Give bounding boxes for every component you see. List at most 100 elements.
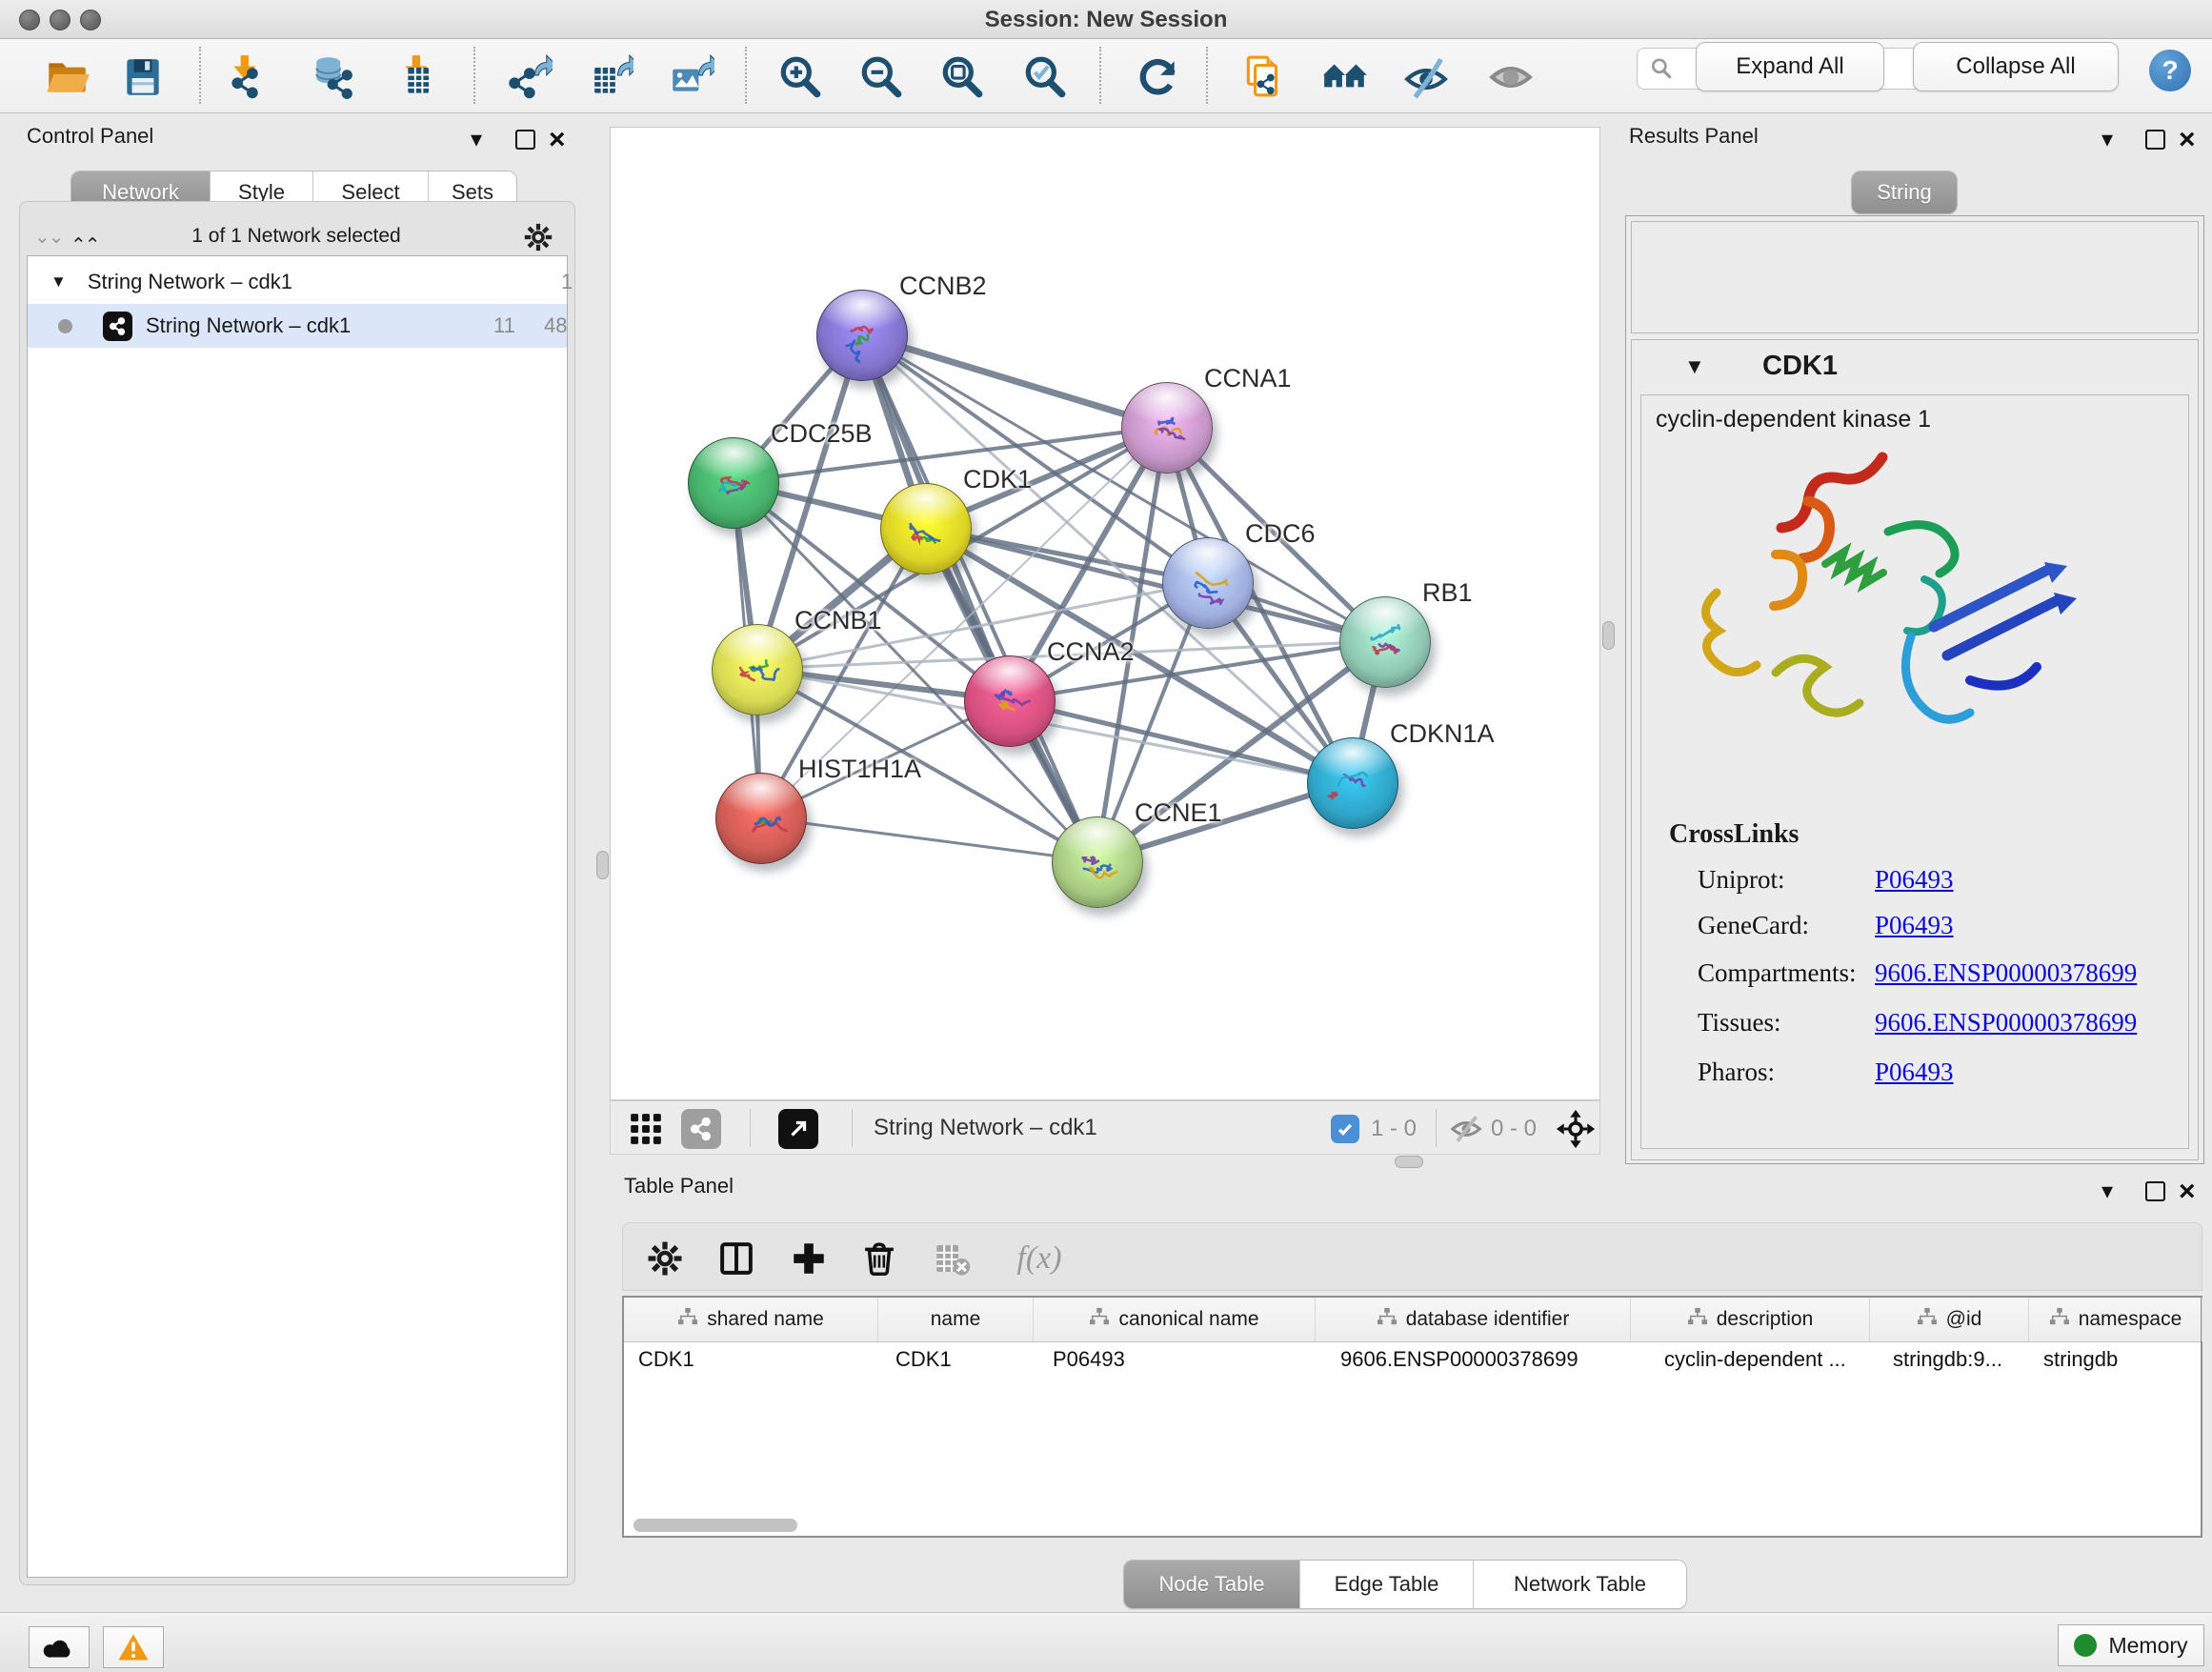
network-node-CDC25B[interactable]: [688, 437, 779, 529]
table-settings-button[interactable]: [641, 1235, 689, 1282]
column-header-canonicalname[interactable]: canonical name: [1034, 1298, 1316, 1341]
delete-table-button[interactable]: [928, 1235, 975, 1282]
expand-all-button[interactable]: Expand All: [1696, 42, 1884, 91]
save-session-button[interactable]: [118, 52, 168, 102]
node-label-CDC25B: CDC25B: [771, 419, 873, 449]
network-node-CCNE1[interactable]: [1052, 816, 1143, 908]
crosslink-link[interactable]: P06493: [1875, 1058, 1954, 1087]
delete-column-button[interactable]: [855, 1235, 903, 1282]
grid-view-icon[interactable]: [628, 1111, 664, 1152]
zoom-selected-button[interactable]: [1020, 52, 1070, 102]
table-panel-close-icon[interactable]: ×: [2179, 1181, 2196, 1202]
results-panel-close-icon[interactable]: ×: [2179, 130, 2196, 151]
table-cell[interactable]: 9606.ENSP00000378699: [1340, 1347, 1579, 1372]
table-panel-menu-icon[interactable]: ▾: [2101, 1179, 2113, 1204]
refresh-button[interactable]: [1134, 52, 1183, 102]
fx-icon: f(x): [1016, 1240, 1061, 1277]
network-node-CDKN1A[interactable]: [1307, 737, 1398, 829]
crosslink-link[interactable]: P06493: [1875, 865, 1954, 895]
table-panel-float-icon[interactable]: [2145, 1181, 2165, 1201]
network-node-CDK1[interactable]: [880, 483, 972, 574]
results-panel-float-icon[interactable]: [2145, 130, 2165, 150]
export-image-button[interactable]: [666, 52, 715, 102]
crosslink-link[interactable]: 9606.ENSP00000378699: [1875, 1008, 2137, 1037]
column-header-name[interactable]: name: [878, 1298, 1034, 1341]
column-header-description[interactable]: description: [1631, 1298, 1870, 1341]
network-canvas[interactable]: CCNB2CCNA1CDC25BCDK1CDC6RB1CCNB1CCNA2CDK…: [610, 127, 1600, 1100]
right-splitter-handle[interactable]: [1602, 621, 1615, 650]
horizontal-scrollbar-thumb[interactable]: [633, 1519, 797, 1532]
hidden-counts: 0 - 0: [1491, 1116, 1537, 1142]
network-edge[interactable]: [760, 817, 1096, 861]
plus-icon: [789, 1239, 829, 1279]
table-cell[interactable]: CDK1: [638, 1347, 694, 1372]
collapse-all-button[interactable]: Collapse All: [1913, 42, 2119, 91]
entry-expander-icon[interactable]: ▼: [1684, 354, 1705, 379]
column-header-id[interactable]: @id: [1870, 1298, 2029, 1341]
clone-network-button[interactable]: [1239, 52, 1289, 102]
network-node-CCNB1[interactable]: [712, 624, 803, 715]
zoom-out-button[interactable]: [856, 52, 906, 102]
left-splitter-handle[interactable]: [596, 851, 609, 879]
bottom-splitter-handle[interactable]: [1395, 1156, 1423, 1168]
network-node-CDC6[interactable]: [1162, 537, 1254, 629]
tab-string[interactable]: String: [1852, 171, 1957, 213]
crosslink-link[interactable]: P06493: [1875, 911, 1954, 940]
toolbar-separator: [199, 47, 201, 104]
import-database-button[interactable]: [311, 52, 360, 102]
network-edges: [611, 128, 1599, 1099]
tree-root-row[interactable]: ▼ String Network – cdk1 1: [28, 260, 567, 304]
memory-label: Memory: [2108, 1633, 2187, 1659]
crosslink-link[interactable]: 9606.ENSP00000378699: [1875, 958, 2137, 988]
zoom-in-button[interactable]: [775, 52, 825, 102]
help-button[interactable]: ?: [2149, 50, 2191, 91]
column-header-databaseidentifier[interactable]: database identifier: [1316, 1298, 1631, 1341]
pan-crosshair-icon[interactable]: [1556, 1109, 1596, 1154]
table-cell[interactable]: stringdb:9...: [1893, 1347, 2002, 1372]
export-table-button[interactable]: [585, 52, 634, 102]
tree-expander-icon[interactable]: ▼: [50, 272, 67, 292]
control-panel-float-icon[interactable]: [515, 130, 535, 150]
column-header-sharedname[interactable]: shared name: [624, 1298, 878, 1341]
cloud-button[interactable]: [29, 1626, 90, 1668]
table-cell[interactable]: CDK1: [895, 1347, 952, 1372]
tab-edge-table[interactable]: Edge Table: [1300, 1561, 1474, 1608]
import-table-button[interactable]: [394, 52, 444, 102]
network-node-CCNB2[interactable]: [816, 290, 908, 381]
network-node-CCNA2[interactable]: [964, 655, 1056, 747]
open-in-window-icon[interactable]: [778, 1109, 818, 1149]
import-network-button[interactable]: [225, 52, 274, 102]
show-preview-button[interactable]: [1486, 52, 1536, 102]
protein-thumbnail-icon: [1176, 554, 1239, 616]
open-session-button[interactable]: [42, 52, 91, 102]
table-cell[interactable]: P06493: [1053, 1347, 1125, 1372]
tab-network-table[interactable]: Network Table: [1474, 1561, 1686, 1608]
control-panel-close-icon[interactable]: ×: [549, 130, 566, 151]
export-network-button[interactable]: [504, 52, 553, 102]
column-header-namespace[interactable]: namespace: [2029, 1298, 2202, 1341]
warning-button[interactable]: [103, 1626, 164, 1668]
table-cell[interactable]: cyclin-dependent ...: [1664, 1347, 1846, 1372]
add-column-button[interactable]: [785, 1235, 833, 1282]
string-home-button[interactable]: [1320, 52, 1370, 102]
network-node-HIST1H1A[interactable]: [715, 773, 807, 864]
hide-unhide-button[interactable]: [1401, 52, 1451, 102]
function-builder-button[interactable]: f(x): [1001, 1235, 1077, 1282]
network-options-gear-icon[interactable]: [522, 221, 554, 258]
protein-thumbnail-icon: [978, 672, 1041, 735]
zoom-fit-button[interactable]: [937, 52, 987, 102]
network-node-RB1[interactable]: [1339, 596, 1431, 688]
string-view-icon[interactable]: [681, 1109, 721, 1149]
network-edge[interactable]: [861, 334, 1166, 427]
network-node-CCNA1[interactable]: [1121, 382, 1213, 473]
tab-node-table[interactable]: Node Table: [1124, 1561, 1300, 1608]
results-panel-menu-icon[interactable]: ▾: [2101, 128, 2113, 152]
selected-nodes-checkbox[interactable]: [1331, 1115, 1359, 1143]
hidden-eye-icon[interactable]: [1449, 1114, 1483, 1149]
toggle-panes-button[interactable]: [713, 1235, 760, 1282]
table-cell[interactable]: stringdb: [2043, 1347, 2118, 1372]
control-panel-menu-icon[interactable]: ▾: [471, 128, 482, 152]
tree-network-row-selected[interactable]: String Network – cdk1 11 48: [28, 304, 567, 348]
zoom-fit-icon: [938, 53, 986, 101]
memory-button[interactable]: Memory: [2058, 1624, 2204, 1666]
